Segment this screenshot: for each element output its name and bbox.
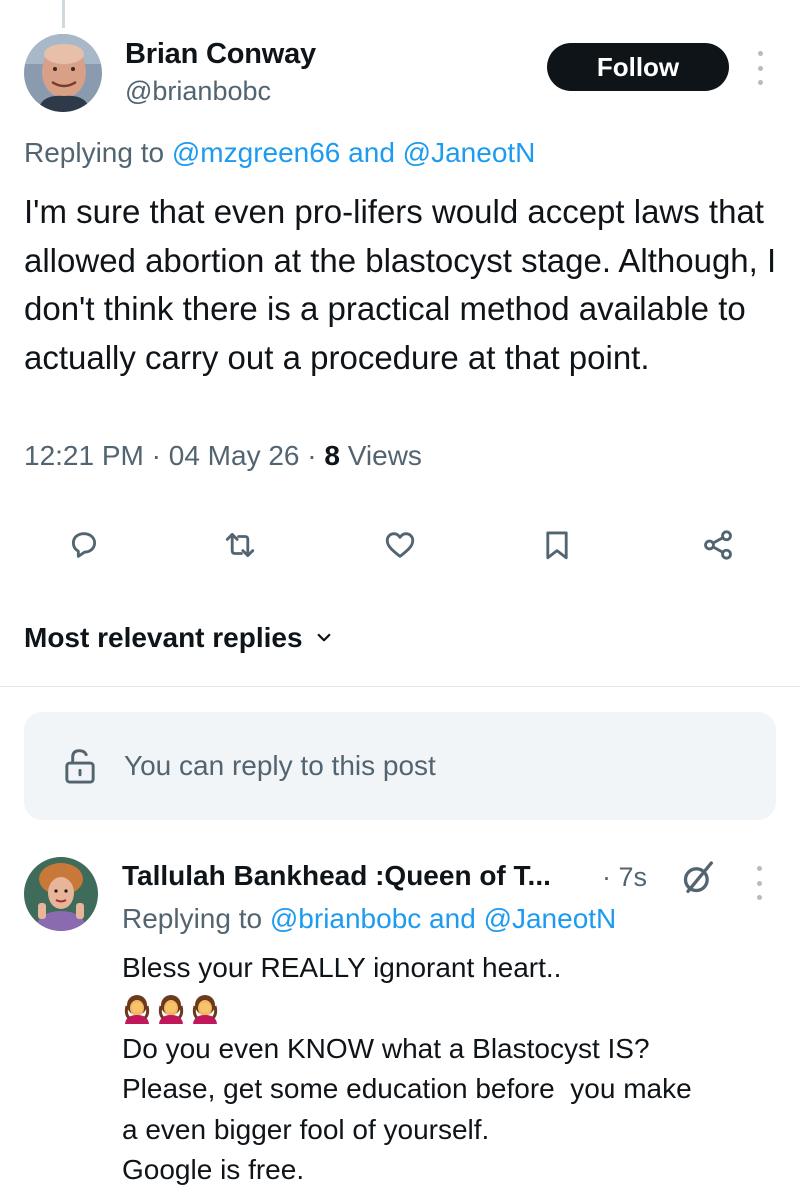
reply-text: Bless your REALLY ignorant heart.. Do yo… xyxy=(122,948,782,1191)
reply-line: Do you even KNOW what a Blastocyst IS? xyxy=(122,1032,650,1064)
replying-to: Replying to @brianbobc and @JaneotN xyxy=(122,903,616,935)
replying-and: and xyxy=(340,137,403,168)
reply-line: Google is free. xyxy=(122,1154,305,1185)
mention-link[interactable]: @JaneotN xyxy=(484,903,617,934)
mention-link[interactable]: @mzgreen66 xyxy=(172,137,341,168)
avatar[interactable] xyxy=(24,857,98,931)
tweet-text: I'm sure that even pro-lifers would acce… xyxy=(24,193,777,376)
reply-restriction-notice: You can reply to this post xyxy=(24,712,776,820)
woman-facepalming-icon xyxy=(124,994,150,1024)
mention-link[interactable]: @brianbobc xyxy=(270,903,421,934)
retweet-icon[interactable] xyxy=(220,525,260,565)
views-label: Views xyxy=(339,440,422,471)
author-handle[interactable]: @brianbobc xyxy=(125,76,271,107)
woman-facepalming-icon xyxy=(192,994,218,1024)
avatar[interactable] xyxy=(24,34,102,112)
sort-label: Most relevant replies xyxy=(24,622,303,653)
tweet-time[interactable]: 12:21 PM xyxy=(24,440,144,471)
sort-replies-dropdown[interactable]: Most relevant replies xyxy=(24,622,333,654)
follow-button[interactable]: Follow xyxy=(547,43,729,91)
more-options-icon[interactable] xyxy=(753,51,767,85)
meta-separator: · xyxy=(299,440,325,471)
replying-to: Replying to @mzgreen66 and @JaneotN xyxy=(24,137,535,169)
bookmark-icon[interactable] xyxy=(537,525,577,565)
reply-restriction-text: You can reply to this post xyxy=(124,750,436,781)
lock-icon xyxy=(60,746,100,786)
facepalm-emoji-row xyxy=(122,989,782,1029)
replying-prefix: Replying to xyxy=(24,137,172,168)
thread-connector-line xyxy=(62,0,65,28)
like-icon[interactable] xyxy=(380,525,420,565)
mention-link[interactable]: @JaneotN xyxy=(403,137,536,168)
reply-line: Please, get some education before you ma… xyxy=(122,1073,692,1104)
woman-facepalming-icon xyxy=(158,994,184,1024)
tweet-date[interactable]: 04 May 26 xyxy=(169,440,300,471)
reply-time[interactable]: · 7s xyxy=(602,862,647,893)
divider xyxy=(0,686,800,687)
reply-icon[interactable] xyxy=(64,525,104,565)
share-icon[interactable] xyxy=(698,525,738,565)
reply-author-name[interactable]: Tallulah Bankhead :Queen of T... xyxy=(122,860,551,892)
reply-line: a even bigger fool of yourself. xyxy=(122,1113,490,1145)
chevron-down-icon xyxy=(317,633,330,642)
tweet-meta: 12:21 PM · 04 May 26 · 8 Views xyxy=(24,440,422,472)
reply-line: Bless your REALLY ignorant heart.. xyxy=(122,952,562,983)
replying-and: and xyxy=(421,903,484,934)
meta-separator: · xyxy=(143,440,169,471)
replying-prefix: Replying to xyxy=(122,903,270,934)
views-count: 8 xyxy=(324,440,340,471)
more-options-icon[interactable] xyxy=(752,866,766,900)
author-name[interactable]: Brian Conway xyxy=(125,38,316,71)
grok-icon[interactable] xyxy=(678,858,718,898)
